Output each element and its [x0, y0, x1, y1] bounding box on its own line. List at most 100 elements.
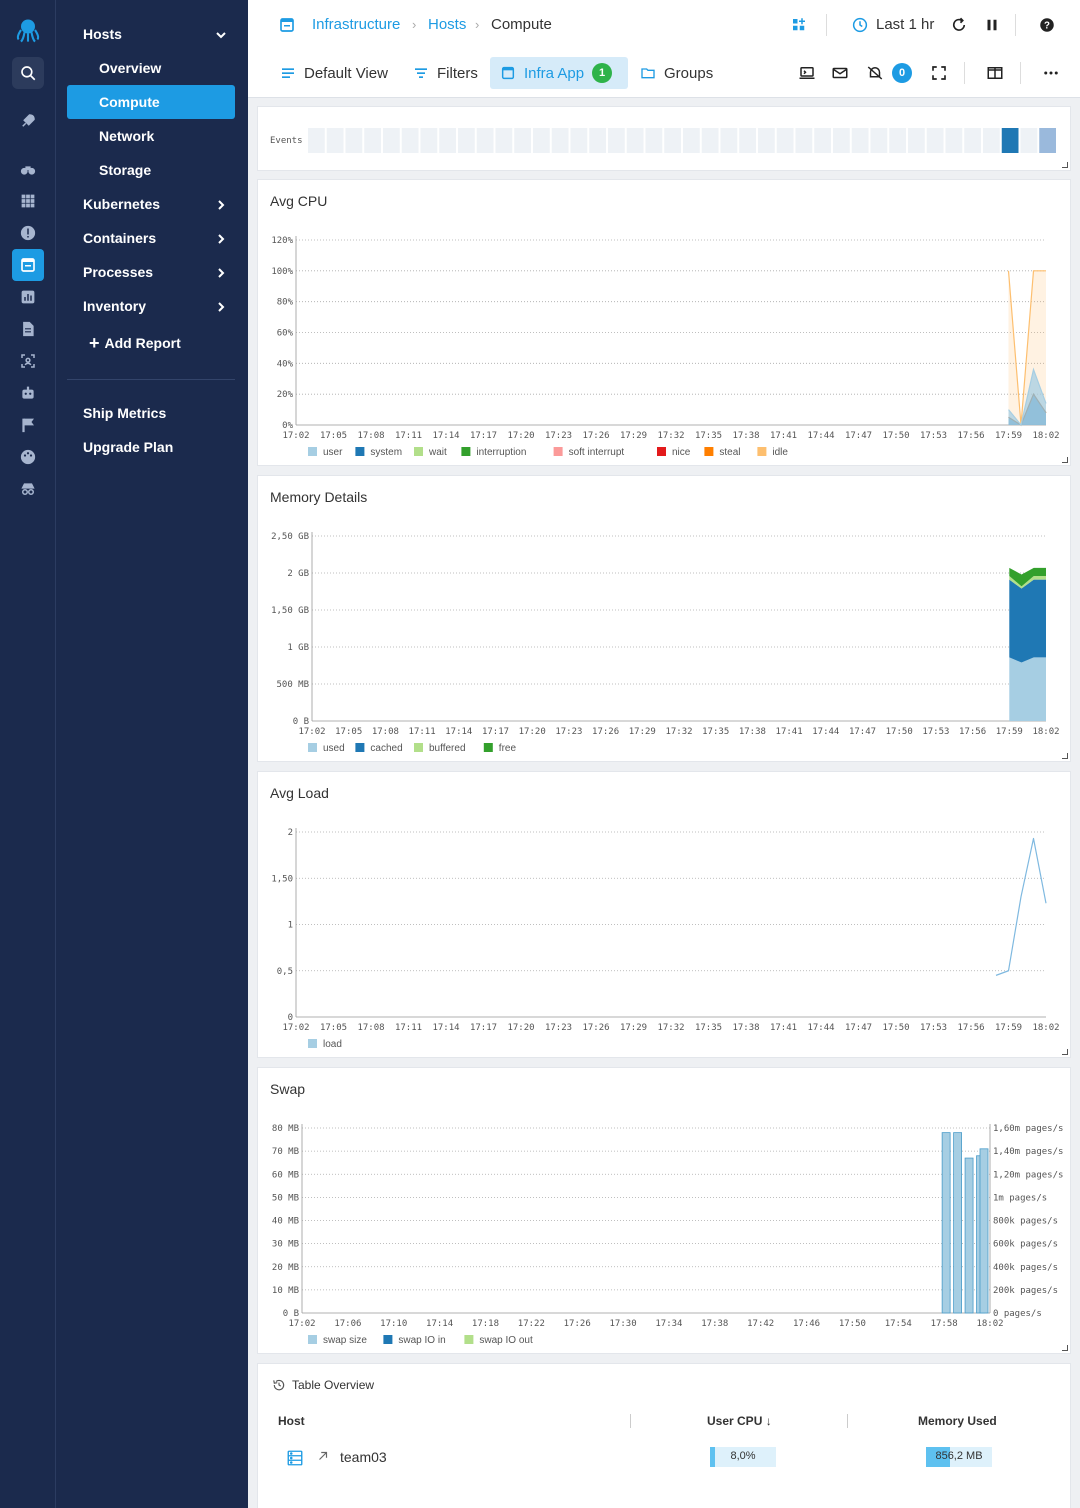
nav-containers[interactable]: Containers [67, 221, 235, 255]
y2-tick-label: 800k pages/s [993, 1217, 1058, 1227]
nav-ship-metrics[interactable]: Ship Metrics [67, 396, 235, 430]
table-overview-panel: Table Overview Host User CPU ↓ Memory Us… [257, 1363, 1071, 1508]
binoculars-icon[interactable] [12, 153, 44, 185]
nav-compute[interactable]: Compute [67, 85, 235, 119]
refresh-icon[interactable] [948, 14, 970, 36]
y-tick-label: 2 [288, 828, 293, 838]
y2-tick-label: 600k pages/s [993, 1240, 1058, 1250]
x-tick-label: 17:46 [793, 1319, 820, 1329]
more-options-icon[interactable] [1040, 62, 1062, 84]
nav-inventory[interactable]: Inventory [67, 289, 235, 323]
column-divider [630, 1414, 631, 1428]
open-link-icon[interactable] [316, 1449, 330, 1468]
x-tick-label: 17:02 [282, 431, 309, 441]
x-tick-label: 17:47 [845, 1023, 872, 1033]
fullscreen-icon[interactable] [928, 62, 950, 84]
groups-button[interactable]: Groups [630, 57, 723, 89]
add-report-button[interactable]: + Add Report [67, 326, 235, 360]
incognito-icon[interactable] [12, 473, 44, 505]
y-tick-label: 2 GB [287, 569, 309, 579]
pause-icon[interactable] [981, 14, 1003, 36]
breadcrumb-hosts[interactable]: Hosts [428, 16, 466, 33]
table-row[interactable]: team03 8,0% 856,2 MB [258, 1444, 1070, 1472]
x-tick-label: 18:02 [1032, 727, 1059, 737]
help-icon[interactable]: ? [1036, 14, 1058, 36]
nav-kubernetes[interactable]: Kubernetes [67, 187, 235, 221]
dashboard-grid-icon[interactable] [12, 185, 44, 217]
default-view-button[interactable]: Default View [270, 57, 398, 89]
resize-handle[interactable] [1062, 1345, 1068, 1351]
breadcrumb-infrastructure[interactable]: Infrastructure [312, 16, 400, 33]
col-header-host[interactable]: Host [278, 1414, 305, 1428]
flag-icon[interactable] [12, 409, 44, 441]
x-tick-label: 17:11 [395, 1023, 422, 1033]
resize-handle[interactable] [1062, 457, 1068, 463]
nav-kubernetes-label: Kubernetes [83, 196, 161, 212]
swap-bar [953, 1132, 962, 1314]
x-tick-label: 17:59 [996, 727, 1023, 737]
legend-label: swap size [323, 1335, 367, 1346]
nav-divider [67, 379, 235, 380]
breadcrumb-current: Compute [491, 16, 552, 33]
x-tick-label: 17:26 [592, 727, 619, 737]
alert-icon[interactable] [12, 217, 44, 249]
terminal-report-icon[interactable] [796, 62, 818, 84]
search-icon[interactable] [12, 57, 44, 89]
nav-storage[interactable]: Storage [67, 153, 235, 187]
x-tick-label: 17:14 [426, 1319, 453, 1329]
resize-handle[interactable] [1062, 162, 1068, 168]
event-bucket [795, 128, 813, 153]
alerts-muted-icon[interactable] [864, 62, 886, 84]
x-tick-label: 17:47 [849, 727, 876, 737]
time-range-selector[interactable]: Last 1 hr [876, 16, 934, 33]
x-tick-label: 17:56 [957, 1023, 984, 1033]
octopus-logo-icon[interactable] [12, 14, 44, 46]
legend-label: nice [672, 447, 691, 458]
nav-processes[interactable]: Processes [67, 255, 235, 289]
nav-upgrade-plan[interactable]: Upgrade Plan [67, 430, 235, 464]
bar-chart-icon[interactable] [12, 281, 44, 313]
host-name[interactable]: team03 [340, 1449, 387, 1465]
x-tick-label: 17:17 [482, 727, 509, 737]
side-navigation: Hosts Overview Compute Network Storage K… [56, 0, 248, 1508]
nav-hosts[interactable]: Hosts [67, 17, 235, 51]
nav-network[interactable]: Network [67, 119, 235, 153]
infra-app-button[interactable]: Infra App 1 [490, 57, 628, 89]
add-report-label: Add Report [104, 335, 181, 351]
x-tick-label: 17:35 [695, 1023, 722, 1033]
x-tick-label: 17:50 [882, 431, 909, 441]
palette-icon[interactable] [12, 441, 44, 473]
mail-icon[interactable] [829, 62, 851, 84]
event-bucket [401, 128, 419, 153]
alerts-count-badge: 0 [892, 63, 912, 83]
y-tick-label: 1 GB [287, 643, 309, 653]
add-widget-icon[interactable] [788, 14, 810, 36]
resize-handle[interactable] [1062, 753, 1068, 759]
document-icon[interactable] [12, 313, 44, 345]
event-bucket [514, 128, 531, 153]
legend-label: free [499, 743, 517, 754]
scan-icon[interactable] [12, 345, 44, 377]
nav-overview[interactable]: Overview [67, 51, 235, 85]
robot-icon[interactable] [12, 377, 44, 409]
resize-handle[interactable] [1062, 1049, 1068, 1055]
legend-label: swap IO in [398, 1335, 445, 1346]
filters-button[interactable]: Filters [403, 57, 488, 89]
col-header-memory-used[interactable]: Memory Used [918, 1414, 997, 1428]
user-cpu-bar: 8,0% [710, 1447, 776, 1467]
nav-storage-label: Storage [99, 162, 152, 178]
event-bucket [776, 128, 794, 153]
event-bucket [814, 128, 831, 153]
x-tick-label: 17:14 [432, 431, 459, 441]
x-tick-label: 17:58 [931, 1319, 958, 1329]
split-view-icon[interactable] [984, 62, 1006, 84]
event-bucket [945, 128, 963, 153]
x-tick-label: 17:56 [959, 727, 986, 737]
clock-icon[interactable] [849, 14, 871, 36]
event-bucket [495, 128, 513, 153]
x-tick-label: 17:02 [298, 727, 325, 737]
infrastructure-icon[interactable] [12, 249, 44, 281]
col-header-user-cpu[interactable]: User CPU ↓ [707, 1414, 772, 1428]
event-bucket [664, 128, 681, 153]
rocket-icon[interactable] [12, 105, 44, 137]
